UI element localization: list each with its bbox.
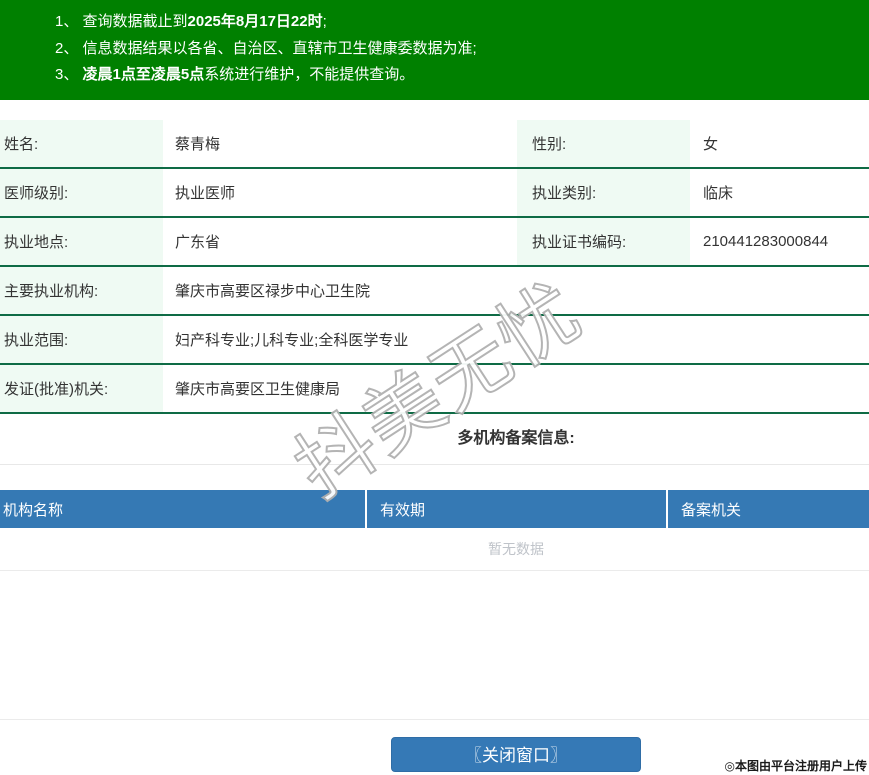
- field-label-gender: 性别:: [517, 120, 690, 167]
- column-header-filing-authority: 备案机关: [668, 490, 869, 528]
- content-spacer: [0, 571, 869, 720]
- field-value-practice-scope: 妇产科专业;儿科专业;全科医学专业: [163, 316, 869, 363]
- query-result-page: 1、 查询数据截止到2025年8月17日22时; 2、 信息数据结果以各省、自治…: [0, 0, 869, 775]
- table-row: 发证(批准)机关: 肇庆市高要区卫生健康局: [0, 365, 869, 414]
- notice-line-1: 1、 查询数据截止到2025年8月17日22时;: [55, 9, 859, 36]
- multi-institution-section: 多机构备案信息:: [0, 413, 869, 465]
- field-label-doctor-level: 医师级别:: [0, 169, 163, 216]
- table-row: 姓名: 蔡青梅 性别: 女: [0, 120, 869, 169]
- column-header-validity-period: 有效期: [367, 490, 668, 528]
- column-header-institution-name: 机构名称: [0, 490, 367, 528]
- table-row: 执业地点: 广东省 执业证书编码: 210441283000844: [0, 218, 869, 267]
- no-data-text: 暂无数据: [163, 528, 869, 570]
- table-row: 执业范围: 妇产科专业;儿科专业;全科医学专业: [0, 316, 869, 365]
- field-value-doctor-level: 执业医师: [163, 169, 517, 216]
- close-window-button[interactable]: 〖关闭窗口〗: [391, 737, 641, 772]
- field-label-name: 姓名:: [0, 120, 163, 167]
- field-value-name: 蔡青梅: [163, 120, 517, 167]
- filing-table-empty-row: 暂无数据: [0, 528, 869, 571]
- field-value-practice-category: 临床: [690, 169, 869, 216]
- field-label-practice-location: 执业地点:: [0, 218, 163, 265]
- field-value-main-institution: 肇庆市高要区禄步中心卫生院: [163, 267, 869, 314]
- field-label-certificate-number: 执业证书编码:: [517, 218, 690, 265]
- field-label-main-institution: 主要执业机构:: [0, 267, 163, 314]
- field-label-issuing-authority: 发证(批准)机关:: [0, 365, 163, 412]
- field-value-certificate-number: 210441283000844: [690, 218, 869, 265]
- field-value-issuing-authority: 肇庆市高要区卫生健康局: [163, 365, 869, 412]
- filing-table-header: 机构名称 有效期 备案机关: [0, 490, 869, 528]
- notice-banner: 1、 查询数据截止到2025年8月17日22时; 2、 信息数据结果以各省、自治…: [0, 0, 869, 100]
- section-title: 多机构备案信息:: [163, 413, 869, 465]
- field-value-gender: 女: [690, 120, 869, 167]
- table-row: 主要执业机构: 肇庆市高要区禄步中心卫生院: [0, 267, 869, 316]
- table-row: 医师级别: 执业医师 执业类别: 临床: [0, 169, 869, 218]
- field-value-practice-location: 广东省: [163, 218, 517, 265]
- notice-line-3: 3、 凌晨1点至凌晨5点系统进行维护，不能提供查询。: [55, 62, 859, 89]
- field-label-practice-scope: 执业范围:: [0, 316, 163, 363]
- attribution-text: ◎本图由平台注册用户上传: [725, 757, 867, 774]
- field-label-practice-category: 执业类别:: [517, 169, 690, 216]
- notice-line-2: 2、 信息数据结果以各省、自治区、直辖市卫生健康委数据为准;: [55, 36, 859, 63]
- doctor-info-table: 姓名: 蔡青梅 性别: 女 医师级别: 执业医师 执业类别: 临床 执业地点: …: [0, 120, 869, 414]
